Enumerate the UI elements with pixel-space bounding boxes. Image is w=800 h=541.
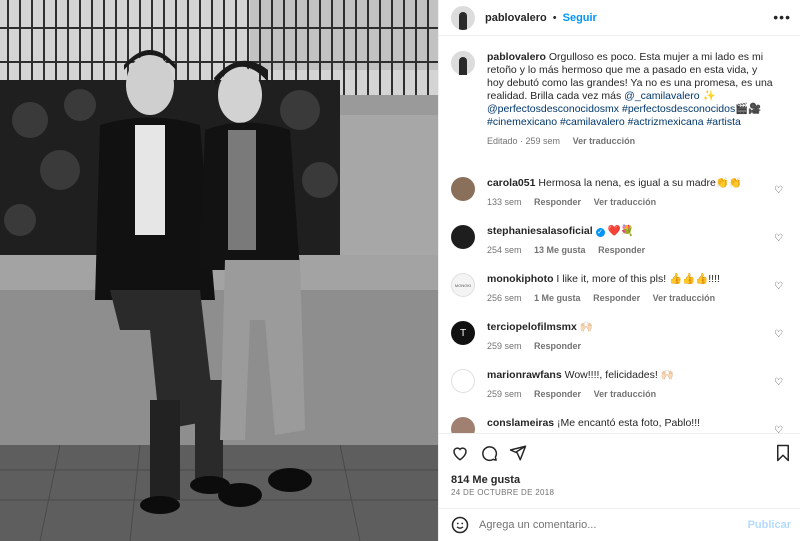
- avatar[interactable]: [451, 417, 475, 433]
- post-photo[interactable]: [0, 0, 438, 541]
- comment-time: 259 sem: [487, 341, 522, 351]
- separator-dot: •: [552, 11, 557, 24]
- avatar[interactable]: [451, 51, 475, 75]
- comment-likes[interactable]: 1 Me gusta: [534, 293, 581, 303]
- comment-username[interactable]: marionrawfans: [487, 369, 562, 381]
- verified-badge-icon: ✓: [595, 228, 605, 237]
- avatar[interactable]: MONOKI: [451, 273, 475, 297]
- post-actions: [439, 433, 800, 473]
- hashtag[interactable]: #artista: [706, 116, 740, 128]
- comment-item: stephaniesalasoficial ✓ ❤️💐 254 sem 13 M…: [451, 225, 791, 257]
- reply-button[interactable]: Responder: [534, 197, 581, 207]
- avatar[interactable]: T: [451, 321, 475, 345]
- avatar[interactable]: [451, 225, 475, 249]
- comment-item: carola051 Hermosa la nena, es igual a su…: [451, 177, 791, 209]
- comment-icon[interactable]: [480, 444, 498, 462]
- comment-time: 256 sem: [487, 293, 522, 303]
- comment-like-icon[interactable]: ♡: [774, 425, 783, 433]
- comment-like-icon[interactable]: ♡: [774, 329, 783, 340]
- bookmark-icon[interactable]: [775, 444, 791, 462]
- hashtag[interactable]: #actrizmexicana: [628, 116, 704, 128]
- post-header: pablovalero • Seguir •••: [439, 0, 800, 36]
- caption-username[interactable]: pablovalero: [487, 51, 546, 63]
- comment-text: I like it, more of this pls! 👍👍👍!!!!: [556, 273, 720, 285]
- more-options-icon[interactable]: •••: [773, 9, 791, 25]
- post-comment-button[interactable]: Publicar: [748, 519, 791, 531]
- post-dialog: pablovalero • Seguir ••• pablovalero Org…: [0, 0, 800, 541]
- photo-illustration: [0, 0, 438, 541]
- post-username[interactable]: pablovalero: [485, 12, 547, 24]
- comment-username[interactable]: monokiphoto: [487, 273, 554, 285]
- reply-button[interactable]: Responder: [534, 341, 581, 351]
- hashtag[interactable]: #perfectosdesconocidos: [622, 103, 735, 115]
- comment-username[interactable]: carola051: [487, 177, 535, 189]
- comments-scroll-area[interactable]: pablovalero Orgulloso es poco. Esta muje…: [439, 37, 800, 433]
- translate-link[interactable]: Ver traducción: [594, 197, 657, 207]
- heart-icon[interactable]: [451, 444, 469, 462]
- avatar[interactable]: [451, 5, 475, 30]
- comment-input[interactable]: [479, 519, 739, 531]
- comment-text: ❤️💐: [607, 225, 634, 237]
- caption-mention-2[interactable]: @perfectosdesconocidosmx: [487, 103, 619, 115]
- comment-like-icon[interactable]: ♡: [774, 281, 783, 292]
- comment-item: T terciopelofilmsmx 🙌🏻 259 sem Responder…: [451, 321, 791, 353]
- hashtag[interactable]: #cinemexicano: [487, 116, 557, 128]
- comment-like-icon[interactable]: ♡: [774, 377, 783, 388]
- comment-username[interactable]: terciopelofilmsmx: [487, 321, 577, 333]
- avatar[interactable]: [451, 369, 475, 393]
- comment-text: ¡Me encantó esta foto, Pablo!!!: [557, 417, 701, 429]
- comment-text: Wow!!!!, felicidades! 🙌🏻: [564, 369, 674, 381]
- reply-button[interactable]: Responder: [534, 389, 581, 399]
- comment-username[interactable]: conslameiras: [487, 417, 554, 429]
- translate-link[interactable]: Ver traducción: [653, 293, 716, 303]
- emoji-icon[interactable]: [451, 516, 469, 534]
- caption-meta: Editado · 259 sem: [487, 136, 561, 146]
- hashtag[interactable]: #camilavalero: [560, 116, 625, 128]
- likes-count[interactable]: 814 Me gusta: [451, 474, 520, 486]
- translate-link[interactable]: Ver traducción: [573, 136, 636, 146]
- post-sidebar: pablovalero • Seguir ••• pablovalero Org…: [438, 0, 800, 541]
- comment-time: 259 sem: [487, 389, 522, 399]
- reply-button[interactable]: Responder: [593, 293, 640, 303]
- comment-like-icon[interactable]: ♡: [774, 185, 783, 196]
- comment-item: MONOKI monokiphoto I like it, more of th…: [451, 273, 791, 305]
- avatar[interactable]: [451, 177, 475, 201]
- comment-item: marionrawfans Wow!!!!, felicidades! 🙌🏻 2…: [451, 369, 791, 401]
- film-emoji: 🎬🎥: [735, 103, 762, 115]
- comment-item: conslameiras ¡Me encantó esta foto, Pabl…: [451, 417, 791, 433]
- sparkle-emoji: ✨: [702, 90, 716, 102]
- caption-mention[interactable]: @_camilavalero: [624, 90, 699, 102]
- comment-text: Hermosa la nena, es igual a su madre👏👏: [538, 177, 742, 189]
- comment-time: 254 sem: [487, 245, 522, 255]
- add-comment-bar: Publicar: [439, 508, 800, 541]
- comment-text: 🙌🏻: [579, 321, 593, 333]
- follow-button[interactable]: Seguir: [563, 12, 597, 24]
- translate-link[interactable]: Ver traducción: [594, 389, 657, 399]
- post-date: 24 DE OCTUBRE DE 2018: [451, 488, 555, 497]
- share-icon[interactable]: [509, 444, 527, 462]
- caption-row: pablovalero Orgulloso es poco. Esta muje…: [451, 51, 791, 148]
- comment-username[interactable]: stephaniesalasoficial: [487, 225, 593, 237]
- reply-button[interactable]: Responder: [598, 245, 645, 255]
- comment-time: 133 sem: [487, 197, 522, 207]
- comment-likes[interactable]: 13 Me gusta: [534, 245, 586, 255]
- comment-like-icon[interactable]: ♡: [774, 233, 783, 244]
